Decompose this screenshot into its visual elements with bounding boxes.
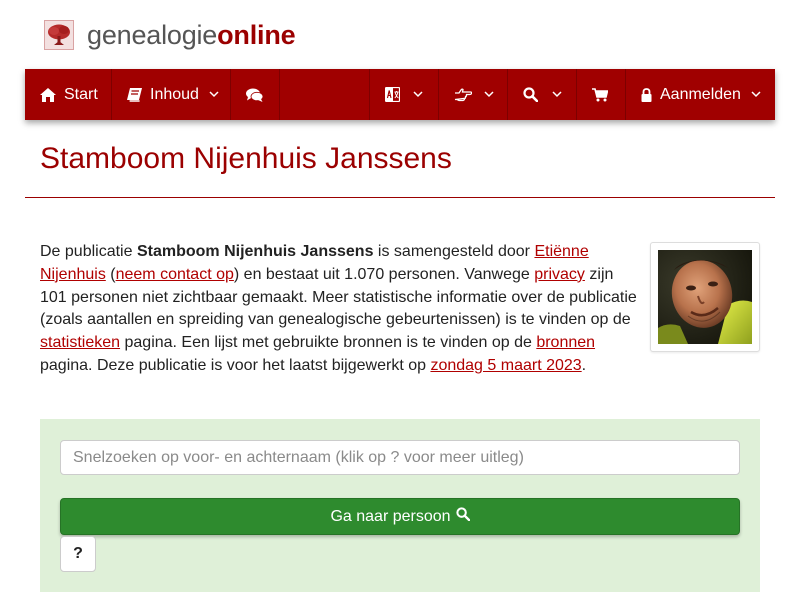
page-title: Stamboom Nijenhuis Janssens	[40, 142, 452, 175]
main-navbar: Start Inhoud Aanmelden	[25, 69, 775, 120]
intro-text: ) en bestaat uit 1.070 personen. Vanwege	[233, 265, 535, 283]
chevron-down-icon	[413, 91, 423, 98]
site-logo[interactable]: genealogieonline	[44, 18, 296, 52]
publication-intro: De publicatie Stamboom Nijenhuis Janssen…	[40, 241, 640, 378]
intro-text: De publicatie	[40, 243, 137, 260]
nav-search[interactable]	[508, 69, 577, 120]
privacy-link[interactable]: privacy	[534, 266, 585, 283]
nav-start[interactable]: Start	[25, 69, 112, 120]
statistics-link[interactable]: statistieken	[40, 334, 120, 351]
navbar-spacer	[280, 69, 370, 120]
search-input[interactable]	[60, 440, 740, 475]
hand-pointer-icon	[454, 87, 472, 102]
site-name: genealogieonline	[87, 19, 296, 51]
author-photo-frame[interactable]	[650, 242, 760, 352]
nav-login[interactable]: Aanmelden	[626, 69, 775, 120]
chevron-down-icon	[552, 91, 562, 98]
chevron-down-icon	[209, 91, 219, 98]
go-to-person-button[interactable]: Ga naar persoon	[60, 498, 740, 535]
last-updated-link[interactable]: zondag 5 maart 2023	[430, 357, 581, 374]
quick-search-panel: Ga naar persoon ?	[40, 419, 760, 592]
cart-icon	[592, 87, 608, 102]
chevron-down-icon	[751, 91, 761, 98]
site-name-part1: genealogie	[87, 20, 218, 50]
chat-icon	[246, 88, 263, 102]
intro-text: is samengesteld door	[373, 243, 535, 260]
nav-forum[interactable]	[231, 69, 280, 120]
intro-text: pagina. Een lijst met gebruikte bronnen …	[120, 334, 537, 352]
site-name-part2: online	[217, 20, 296, 50]
contact-link[interactable]: neem contact op	[116, 266, 234, 283]
tree-icon	[44, 20, 74, 50]
title-divider	[25, 197, 775, 198]
nav-language[interactable]	[370, 69, 439, 120]
search-icon	[451, 507, 470, 526]
search-help-button[interactable]: ?	[60, 536, 96, 572]
search-icon	[523, 87, 538, 102]
nav-login-label: Aanmelden	[660, 85, 741, 103]
translate-icon	[385, 87, 400, 102]
intro-text: .	[581, 356, 587, 374]
nav-inhoud-label: Inhoud	[150, 85, 199, 103]
nav-start-label: Start	[64, 85, 98, 103]
nav-inhoud[interactable]: Inhoud	[112, 69, 231, 120]
sources-link[interactable]: bronnen	[536, 334, 595, 351]
nav-share[interactable]	[439, 69, 508, 120]
author-photo	[658, 250, 752, 344]
chevron-down-icon	[484, 91, 494, 98]
home-icon	[40, 87, 56, 102]
go-to-person-label: Ga naar persoon	[330, 507, 451, 525]
nav-shop[interactable]	[577, 69, 626, 120]
publication-name: Stamboom Nijenhuis Janssens	[136, 243, 374, 260]
intro-text: pagina. Deze publicatie is voor het laat…	[40, 356, 431, 374]
lock-icon	[641, 87, 652, 102]
book-icon	[127, 87, 142, 102]
intro-text: (	[105, 265, 116, 283]
